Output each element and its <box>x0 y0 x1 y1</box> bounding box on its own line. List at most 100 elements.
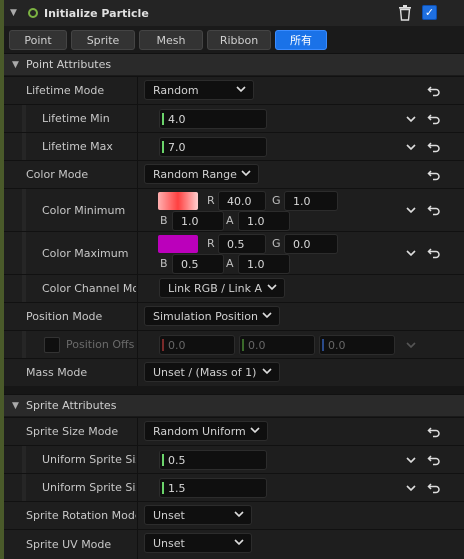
property-label: Uniform Sprite Siz <box>42 453 136 466</box>
tab-point[interactable]: Point <box>9 30 67 50</box>
input-value: 1.0 <box>247 257 265 271</box>
position-offset-z-input[interactable]: 0.0 <box>319 335 395 355</box>
reset-icon[interactable] <box>427 246 441 260</box>
input-value: 40.0 <box>227 194 252 208</box>
tab-mesh[interactable]: Mesh <box>139 30 203 50</box>
input-value: 0.0 <box>168 338 186 352</box>
chevron-down-icon[interactable] <box>405 113 417 125</box>
color-min-a-input[interactable]: 1.0 <box>238 211 290 231</box>
sprite-rotation-mode-row: Sprite Rotation Mode Unset <box>4 501 464 529</box>
chevron-down-icon <box>267 284 277 291</box>
chevron-down-icon[interactable] <box>405 247 417 259</box>
dropdown-value: Unset / (Mass of 1) <box>153 365 257 379</box>
input-value: 0.0 <box>293 237 311 251</box>
color-min-b-input[interactable]: 1.0 <box>172 211 224 231</box>
reset-icon[interactable] <box>427 84 441 98</box>
collapse-arrow-icon[interactable]: ▼ <box>10 8 20 18</box>
input-value: 1.0 <box>247 214 265 228</box>
lifetime-max-input[interactable]: 7.0 <box>159 137 267 157</box>
input-value: 0.5 <box>227 237 245 251</box>
chevron-down-icon <box>241 170 251 177</box>
module-header[interactable]: ▼ Initialize Particle ✓ <box>4 0 464 26</box>
uniform-sprite-size-max-input[interactable]: 1.5 <box>159 478 267 498</box>
tab-ribbon[interactable]: Ribbon <box>207 30 271 50</box>
property-label: Sprite Rotation Mode <box>26 509 136 522</box>
reset-icon[interactable] <box>427 203 441 217</box>
sprite-rotation-mode-dropdown[interactable]: Unset <box>144 505 252 525</box>
color-channel-mode-row: Color Channel Mo Link RGB / Link A <box>4 274 464 302</box>
reset-icon[interactable] <box>427 453 441 467</box>
color-max-a-input[interactable]: 1.0 <box>238 254 290 274</box>
sprite-size-mode-row: Sprite Size Mode Random Uniform <box>4 417 464 445</box>
property-label: Position Offs <box>66 338 135 351</box>
input-value: 0.0 <box>328 338 346 352</box>
color-min-g-input[interactable]: 1.0 <box>284 191 338 211</box>
input-value: 1.5 <box>168 481 186 495</box>
reset-icon[interactable] <box>427 481 441 495</box>
channel-label-g: G <box>272 194 281 207</box>
uniform-sprite-size-min-input[interactable]: 0.5 <box>159 450 267 470</box>
position-offset-x-input[interactable]: 0.0 <box>159 335 235 355</box>
mass-mode-dropdown[interactable]: Unset / (Mass of 1) <box>144 362 280 382</box>
dropdown-value: Simulation Position <box>153 309 258 323</box>
color-min-r-input[interactable]: 40.0 <box>218 191 266 211</box>
lifetime-mode-row: Lifetime Mode Random <box>4 76 464 104</box>
chevron-down-icon[interactable] <box>405 482 417 494</box>
lifetime-mode-dropdown[interactable]: Random <box>144 80 254 100</box>
sprite-attributes-header[interactable]: ▼ Sprite Attributes <box>4 394 464 416</box>
section-collapse-icon[interactable]: ▼ <box>12 60 24 70</box>
channel-label-a: A <box>226 214 234 227</box>
section-collapse-icon[interactable]: ▼ <box>12 401 24 411</box>
color-max-g-input[interactable]: 0.0 <box>284 234 338 254</box>
chevron-down-icon[interactable] <box>405 454 417 466</box>
position-offset-checkbox[interactable] <box>44 337 60 353</box>
color-minimum-row: Color Minimum R 40.0 G 1.0 B 1.0 A 1.0 <box>4 188 464 231</box>
input-value: 1.0 <box>293 194 311 208</box>
reset-icon[interactable] <box>427 140 441 154</box>
dropdown-value: Random Uniform <box>153 424 246 438</box>
chevron-down-icon <box>234 511 244 518</box>
dropdown-value: Unset <box>153 508 185 522</box>
color-channel-mode-dropdown[interactable]: Link RGB / Link A <box>159 278 285 298</box>
uniform-sprite-size-max-row: Uniform Sprite Siz 1.5 <box>4 473 464 501</box>
reset-icon[interactable] <box>427 168 441 182</box>
channel-label-b: B <box>160 214 168 227</box>
chevron-down-icon <box>262 368 272 375</box>
color-minimum-swatch[interactable] <box>158 192 198 210</box>
color-maximum-row: Color Maximum R 0.5 G 0.0 B 0.5 A 1.0 <box>4 231 464 274</box>
reset-icon[interactable] <box>427 425 441 439</box>
chevron-down-icon[interactable] <box>405 204 417 216</box>
dropdown-value: Unset <box>153 536 185 550</box>
tab-sprite[interactable]: Sprite <box>71 30 135 50</box>
filter-tabs: Point Sprite Mesh Ribbon 所有 <box>4 27 464 53</box>
input-value: 1.0 <box>181 214 199 228</box>
property-label: Uniform Sprite Siz <box>42 481 136 494</box>
color-mode-dropdown[interactable]: Random Range <box>144 164 259 184</box>
property-label: Lifetime Mode <box>26 84 105 97</box>
position-offset-y-input[interactable]: 0.0 <box>239 335 315 355</box>
property-label: Color Minimum <box>42 203 126 217</box>
color-maximum-swatch[interactable] <box>158 235 198 253</box>
point-attributes-header[interactable]: ▼ Point Attributes <box>4 53 464 75</box>
sprite-uv-mode-dropdown[interactable]: Unset <box>144 533 252 553</box>
trash-icon[interactable] <box>398 5 412 21</box>
position-mode-dropdown[interactable]: Simulation Position <box>144 306 280 326</box>
enable-checkbox[interactable]: ✓ <box>422 5 437 20</box>
reset-icon[interactable] <box>427 112 441 126</box>
channel-label-b: B <box>160 257 168 270</box>
mass-mode-row: Mass Mode Unset / (Mass of 1) <box>4 358 464 386</box>
chevron-down-icon <box>406 342 416 349</box>
chevron-down-icon <box>250 427 260 434</box>
lifetime-min-input[interactable]: 4.0 <box>159 109 267 129</box>
chevron-down-icon[interactable] <box>405 141 417 153</box>
lifetime-max-row: Lifetime Max 7.0 <box>4 132 464 160</box>
color-max-r-input[interactable]: 0.5 <box>218 234 266 254</box>
property-label: Color Mode <box>26 168 89 181</box>
property-label: Lifetime Max <box>42 140 113 153</box>
dropdown-value: Random Range <box>153 167 237 181</box>
color-max-b-input[interactable]: 0.5 <box>172 254 224 274</box>
dropdown-value: Random <box>153 83 199 97</box>
section-label: Point Attributes <box>26 58 112 71</box>
sprite-size-mode-dropdown[interactable]: Random Uniform <box>144 421 268 441</box>
tab-all[interactable]: 所有 <box>275 30 327 50</box>
